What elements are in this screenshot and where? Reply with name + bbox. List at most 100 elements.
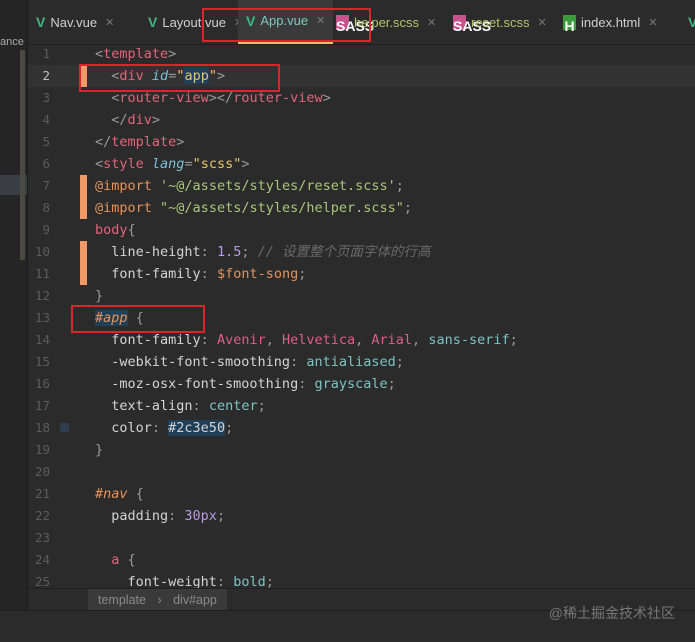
project-sidebar: ance xyxy=(0,0,28,641)
line-number: 16 xyxy=(34,376,50,391)
code-text: </template> xyxy=(95,131,184,153)
code-line: 1 <template> xyxy=(28,45,695,65)
code-token: ; xyxy=(298,266,307,282)
code-token: > xyxy=(322,90,331,106)
close-icon[interactable]: ✕ xyxy=(648,16,657,29)
tab-h[interactable]: VH xyxy=(688,0,695,44)
line-number: 15 xyxy=(34,354,50,369)
change-marker[interactable] xyxy=(80,263,87,285)
code-token: < xyxy=(95,156,104,172)
code-token: > xyxy=(176,134,185,150)
color-swatch-icon[interactable] xyxy=(60,423,69,432)
tab-reset-scss[interactable]: SASS reset.scss ✕ xyxy=(453,0,547,44)
code-token: template xyxy=(111,134,177,150)
code-token: 30px xyxy=(184,508,217,524)
code-token: </ xyxy=(95,134,112,150)
highlight-box-div xyxy=(79,64,280,92)
code-token: div xyxy=(127,112,152,128)
code-line: 24 a { xyxy=(28,549,695,571)
code-token: router-view xyxy=(233,90,323,106)
code-token: : xyxy=(298,376,315,392)
code-token: : xyxy=(151,420,169,436)
line-number: 7 xyxy=(42,178,50,193)
tab-nav-vue[interactable]: V Nav.vue ✕ xyxy=(36,0,114,44)
code-token: ; xyxy=(395,354,404,370)
code-line: 25 font-weight: bold; xyxy=(28,571,695,588)
code-token: grayscale xyxy=(314,376,388,392)
code-token: , xyxy=(355,332,372,348)
code-text: @import '~@/assets/styles/reset.scss'; xyxy=(95,175,404,197)
line-number: 10 xyxy=(34,244,50,259)
code-token: : xyxy=(200,266,217,282)
vue-file-icon: V xyxy=(36,14,46,30)
line-number: 2 xyxy=(42,68,50,83)
code-token: '~@/assets/styles/reset.scss' xyxy=(160,178,396,194)
code-token: < xyxy=(95,90,120,106)
code-token: ; xyxy=(395,178,404,194)
change-marker[interactable] xyxy=(80,241,87,263)
line-number: 4 xyxy=(42,112,50,127)
close-icon[interactable]: ✕ xyxy=(427,16,436,29)
code-token: font-family xyxy=(95,266,201,282)
code-text: font-family: $font-song; xyxy=(95,263,306,285)
sass-file-icon: SASS xyxy=(453,14,491,34)
line-number: 19 xyxy=(34,442,50,457)
code-line: 7 @import '~@/assets/styles/reset.scss'; xyxy=(28,175,695,197)
code-line: 12} xyxy=(28,285,695,307)
code-token: } xyxy=(95,442,104,458)
code-line: 8 @import "~@/assets/styles/helper.scss"; xyxy=(28,197,695,219)
close-icon[interactable]: ✕ xyxy=(538,16,547,29)
line-number: 14 xyxy=(34,332,50,347)
breadcrumb-item[interactable]: template xyxy=(98,593,146,607)
code-token: font-family xyxy=(95,332,201,348)
line-number: 25 xyxy=(34,574,50,588)
line-number: 1 xyxy=(42,46,50,61)
code-token: Avenir xyxy=(216,332,266,348)
line-number: 8 xyxy=(42,200,50,215)
code-token: Arial xyxy=(371,332,413,348)
code-text: } xyxy=(95,285,103,307)
sidebar-scrollbar[interactable] xyxy=(20,50,25,260)
code-token: ; xyxy=(225,420,234,436)
code-token: body xyxy=(95,222,128,238)
code-line: 9 body{ xyxy=(28,219,695,241)
code-token: template xyxy=(103,46,169,62)
tab-label: Nav.vue xyxy=(50,14,98,30)
code-token: Helvetica xyxy=(281,332,356,348)
code-token: ; xyxy=(509,332,518,348)
code-token: center xyxy=(208,398,258,414)
code-line: 10 line-height: 1.5; // 设置整个页面字体的行高 xyxy=(28,241,695,263)
code-line: 16 -moz-osx-font-smoothing: grayscale; xyxy=(28,373,695,395)
line-number: 20 xyxy=(34,464,50,479)
code-token: ></ xyxy=(208,90,234,106)
code-token: { xyxy=(127,486,144,502)
code-token: router-view xyxy=(119,90,209,106)
chevron-right-icon: › xyxy=(157,593,162,607)
code-token: @import xyxy=(95,178,152,194)
code-token: { xyxy=(127,222,136,238)
tab-index-html[interactable]: Hindex.html ✕ xyxy=(563,0,657,44)
code-token: ; xyxy=(265,574,274,588)
change-marker[interactable] xyxy=(80,175,87,197)
code-token: color xyxy=(95,420,152,436)
code-text: color: #2c3e50; xyxy=(95,417,233,439)
code-token: , xyxy=(412,332,429,348)
line-number: 11 xyxy=(34,266,50,281)
code-token: = xyxy=(184,156,193,172)
code-token: $font-song xyxy=(216,266,299,282)
code-line: 4 </div> xyxy=(28,109,695,131)
code-token: : xyxy=(200,244,217,260)
code-text: -moz-osx-font-smoothing: grayscale; xyxy=(95,373,396,395)
code-text: </div> xyxy=(95,109,160,131)
change-marker[interactable] xyxy=(80,197,87,219)
code-text: } xyxy=(95,439,103,461)
code-line: 20 xyxy=(28,461,695,483)
code-line: 17 text-align: center; xyxy=(28,395,695,417)
code-token: sans-serif xyxy=(428,332,510,348)
vue-file-icon: V xyxy=(148,14,158,30)
breadcrumb-item[interactable]: div#app xyxy=(173,593,217,607)
code-text: <template> xyxy=(95,45,176,65)
close-icon[interactable]: ✕ xyxy=(105,16,114,29)
code-token: : xyxy=(290,354,307,370)
code-line: 18 color: #2c3e50; xyxy=(28,417,695,439)
